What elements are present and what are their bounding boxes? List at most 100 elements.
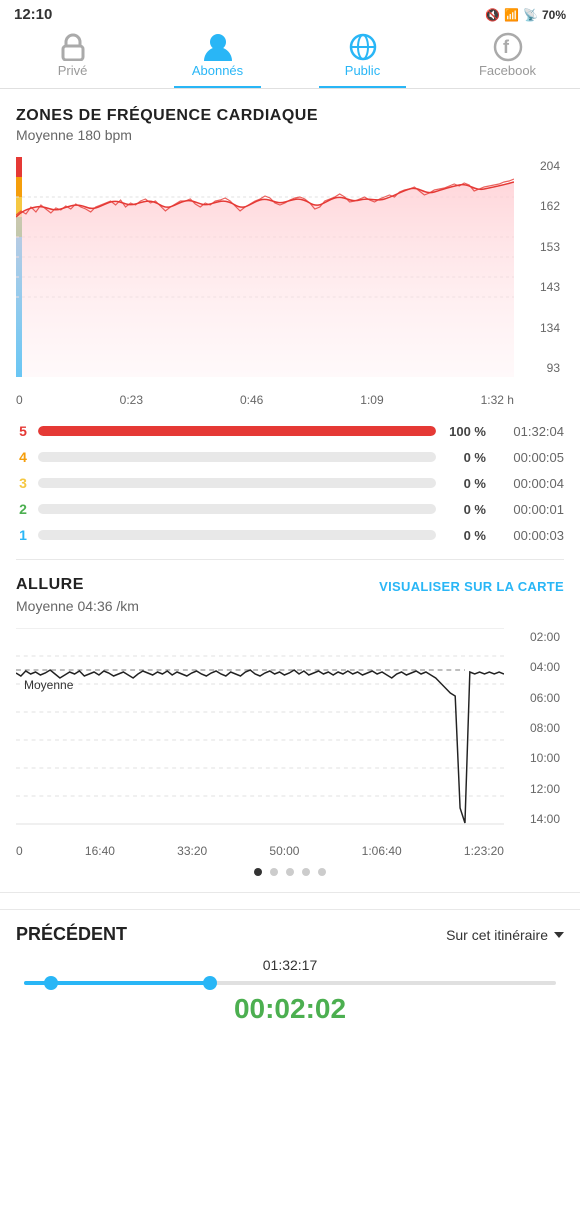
hr-x-labels: 0 0:23 0:46 1:09 1:32 h: [16, 387, 514, 407]
zone-2-pct: 0 %: [444, 502, 486, 517]
main-content: ZONES DE FRÉQUENCE CARDIAQUE Moyenne 180…: [0, 89, 580, 876]
pace-y-200: 02:00: [504, 630, 564, 644]
tab-abonnes[interactable]: Abonnés: [145, 27, 290, 88]
zone-row-1: 1 0 % 00:00:03: [16, 527, 564, 543]
moyenne-label: Moyenne: [24, 678, 73, 692]
pace-y-800: 08:00: [504, 721, 564, 735]
pace-x-5000: 50:00: [269, 844, 299, 858]
hr-y-labels: 204 162 153 143 134 93: [514, 157, 564, 377]
tab-facebook-label: Facebook: [479, 63, 536, 78]
visualiser-link[interactable]: VISUALISER SUR LA CARTE: [379, 579, 564, 594]
lock-icon: [53, 33, 93, 61]
slider-dot-right[interactable]: [203, 976, 217, 990]
zone-4-pct: 0 %: [444, 450, 486, 465]
zone-3-num: 3: [16, 475, 30, 491]
tab-facebook[interactable]: f Facebook: [435, 27, 580, 88]
slider-time-label: 01:32:17: [16, 957, 564, 973]
hr-x-023: 0:23: [120, 393, 143, 407]
globe-icon: [343, 33, 383, 61]
zone-1-num: 1: [16, 527, 30, 543]
tab-public-label: Public: [345, 63, 380, 78]
allure-section: ALLURE VISUALISER SUR LA CARTE Moyenne 0…: [16, 576, 564, 876]
battery-icon: 70%: [542, 8, 566, 22]
pace-y-labels: 02:00 04:00 06:00 08:00 10:00 12:00 14:0…: [504, 628, 564, 828]
dot-5[interactable]: [318, 868, 326, 876]
divider-1: [16, 559, 564, 560]
hr-title: ZONES DE FRÉQUENCE CARDIAQUE: [16, 107, 564, 125]
precedent-title: PRÉCÉDENT: [16, 924, 127, 945]
chevron-down-icon: [554, 932, 564, 938]
zone-5-time: 01:32:04: [494, 424, 564, 439]
zone-5-pct: 100 %: [444, 424, 486, 439]
zone-2-track: [38, 504, 436, 514]
itineraire-select[interactable]: Sur cet itinéraire: [446, 927, 564, 943]
zone-4-track: [38, 452, 436, 462]
divider-2: [0, 892, 580, 893]
zone-1-pct: 0 %: [444, 528, 486, 543]
pace-x-0: 0: [16, 844, 23, 858]
hr-y-label-134: 134: [514, 321, 564, 335]
pace-y-1400: 14:00: [504, 812, 564, 826]
pace-x-10640: 1:06:40: [362, 844, 402, 858]
zone-4-num: 4: [16, 449, 30, 465]
pace-chart: Moyenne 02:00 04:00 06:00 08:00 10:00 12…: [16, 628, 564, 858]
hr-y-label-153: 153: [514, 240, 564, 254]
green-time-display: 00:02:02: [16, 993, 564, 1025]
person-icon: [198, 33, 238, 61]
pace-x-1640: 16:40: [85, 844, 115, 858]
zone-row-2: 2 0 % 00:00:01: [16, 501, 564, 517]
zone-row-5: 5 100 % 01:32:04: [16, 423, 564, 439]
zone-3-pct: 0 %: [444, 476, 486, 491]
slider-track[interactable]: [24, 981, 556, 985]
dot-4[interactable]: [302, 868, 310, 876]
pace-x-3320: 33:20: [177, 844, 207, 858]
allure-header: ALLURE VISUALISER SUR LA CARTE: [16, 576, 564, 596]
hr-x-046: 0:46: [240, 393, 263, 407]
pace-y-1000: 10:00: [504, 751, 564, 765]
allure-subtitle: Moyenne 04:36 /km: [16, 598, 564, 614]
slider-dot-left[interactable]: [44, 976, 58, 990]
dot-1[interactable]: [254, 868, 262, 876]
tab-prive-label: Privé: [58, 63, 88, 78]
tab-public[interactable]: Public: [290, 27, 435, 88]
dot-3[interactable]: [286, 868, 294, 876]
zone-4-time: 00:00:05: [494, 450, 564, 465]
zone-1-track: [38, 530, 436, 540]
zone-3-track: [38, 478, 436, 488]
pace-x-labels: 0 16:40 33:20 50:00 1:06:40 1:23:20: [16, 838, 504, 858]
hr-x-0: 0: [16, 393, 23, 407]
pace-y-1200: 12:00: [504, 782, 564, 796]
signal-icon: 📡: [523, 8, 538, 22]
hr-chart-area: [16, 157, 514, 377]
zone-5-track: [38, 426, 436, 436]
zone-5-fill: [38, 426, 436, 436]
zone-bars: 5 100 % 01:32:04 4 0 % 00:00:05 3: [16, 423, 564, 543]
pace-x-12320: 1:23:20: [464, 844, 504, 858]
pagination-dots: [16, 868, 564, 876]
hr-chart: 204 162 153 143 134 93 0 0:23 0:46 1:09 …: [16, 157, 564, 407]
hr-y-label-204: 204: [514, 159, 564, 173]
zone-2-num: 2: [16, 501, 30, 517]
tab-prive[interactable]: Privé: [0, 27, 145, 88]
status-time: 12:10: [14, 6, 52, 23]
status-icons: 🔇 📶 📡 70%: [485, 8, 566, 22]
hr-y-label-143: 143: [514, 280, 564, 294]
zone-3-time: 00:00:04: [494, 476, 564, 491]
dot-2[interactable]: [270, 868, 278, 876]
facebook-icon: f: [488, 33, 528, 61]
wifi-icon: 📶: [504, 8, 519, 22]
heart-rate-section: ZONES DE FRÉQUENCE CARDIAQUE Moyenne 180…: [16, 107, 564, 543]
allure-title: ALLURE: [16, 576, 84, 594]
pace-y-600: 06:00: [504, 691, 564, 705]
hr-x-132: 1:32 h: [481, 393, 514, 407]
zone-row-4: 4 0 % 00:00:05: [16, 449, 564, 465]
mute-icon: 🔇: [485, 8, 500, 22]
precedent-row: PRÉCÉDENT Sur cet itinéraire: [16, 924, 564, 945]
zone-1-time: 00:00:03: [494, 528, 564, 543]
tab-bar: Privé Abonnés Public f Facebook: [0, 27, 580, 89]
tab-abonnes-label: Abonnés: [192, 63, 243, 78]
bottom-section: PRÉCÉDENT Sur cet itinéraire 01:32:17 00…: [0, 909, 580, 1035]
pace-chart-area: [16, 628, 504, 828]
hr-y-label-93: 93: [514, 361, 564, 375]
zone-2-time: 00:00:01: [494, 502, 564, 517]
